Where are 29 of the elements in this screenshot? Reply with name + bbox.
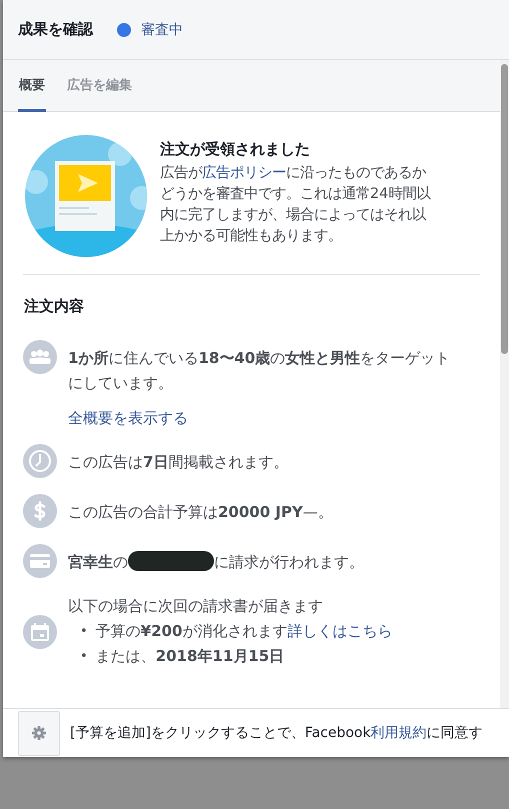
bullet-marker: • [80,648,88,666]
learn-more-link[interactable]: 詳しくはこちら [287,622,392,640]
notice-title: 注文が受領されました [160,140,311,159]
terms-notice: [予算を追加]をクリックすることで、Facebook利用規約に同意す [70,724,483,742]
summary-text: 以下の場合に次回の請求書が届きます [68,596,324,617]
people-icon [23,340,57,374]
billing-text: 宮幸生の に請求が行われます。 [68,550,364,574]
bullet-text: または、2018年11月15日 [96,646,284,667]
terms-link[interactable]: 利用規約 [370,725,427,741]
card-icon [23,544,57,578]
settings-button[interactable] [18,710,60,756]
dollar-icon [23,494,57,528]
scrollbar-thumb[interactable] [501,64,508,354]
calendar-icon [23,614,57,648]
show-summary-link[interactable]: 全概要を表示する [68,409,458,428]
scrollbar[interactable] [500,60,509,708]
status-label: 審査中 [141,20,183,38]
clock-icon [23,444,57,478]
bullet-text: 予算の¥200が消化されます詳しくはこちら [96,621,392,642]
summary-text: 1か所に住んでいる18〜40歳の女性と男性をターゲットにしています。 [68,348,452,394]
dialog-title: 成果を確認 [18,20,93,39]
settings-icon [31,725,47,741]
policy-link[interactable]: 広告ポリシー [202,165,286,181]
summary-text: この広告の合計予算は20000 JPY—。 [68,502,333,523]
summary-text: この広告は7日間掲載されます。 [68,452,288,473]
bullet-marker: • [80,623,88,641]
notice-text: 広告が広告ポリシーに沿ったものであるかどうかを審査中です。これは通常24時間以内に完了しますが、場合によってはそれ以上かかる可能性もあります。 [160,164,432,246]
tab[interactable]: 概要 [18,60,46,112]
section-heading: 注文内容 [23,296,85,317]
